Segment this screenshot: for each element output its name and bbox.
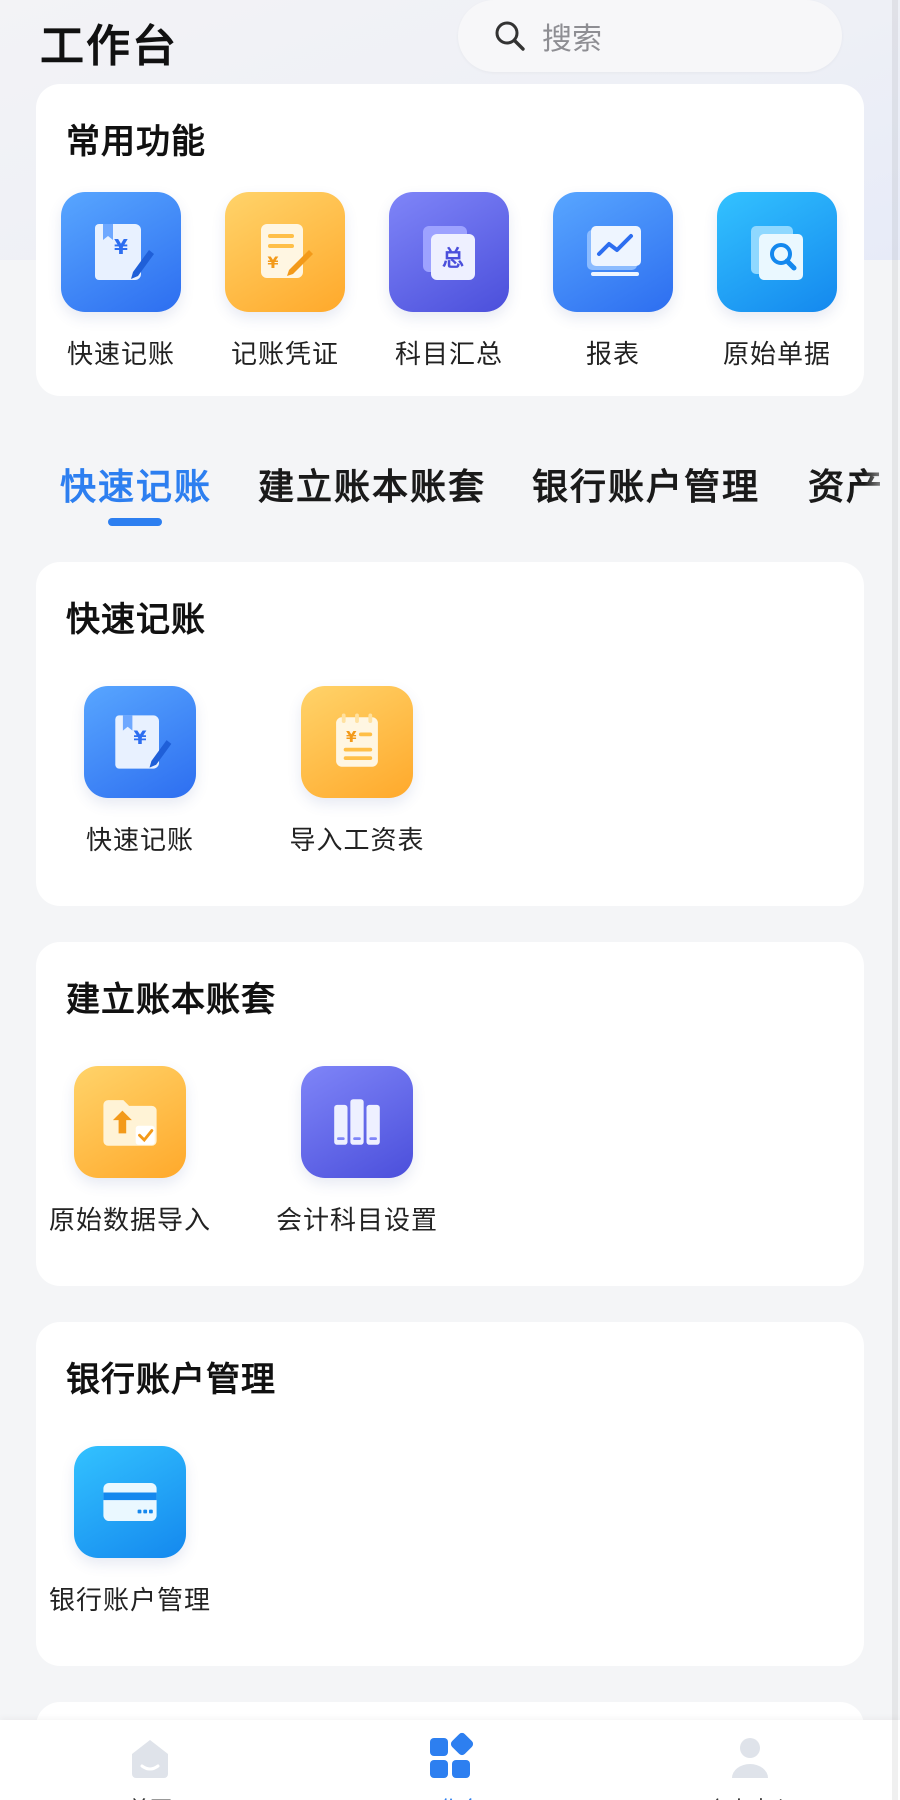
section-item-label: 导入工资表	[289, 826, 425, 856]
section-quick-entry: 快速记账 ¥ 快速记账 ¥ 导入工资表	[36, 562, 864, 906]
svg-text:¥: ¥	[346, 728, 357, 746]
common-item-label: 记账凭证	[230, 340, 339, 370]
section-title: 建立账本账套	[66, 980, 276, 1020]
report-icon	[553, 192, 673, 312]
common-item-report[interactable]: 报表	[528, 192, 698, 371]
category-tabs: 快速记账 建立账本账套 银行账户管理 资产	[0, 440, 900, 540]
common-item-label: 科目汇总	[394, 340, 503, 370]
workbench-icon	[430, 1732, 474, 1778]
section-title: 快速记账	[66, 600, 206, 640]
books-icon	[301, 1066, 413, 1178]
nav-label: 首页	[90, 1792, 210, 1800]
svg-text:¥: ¥	[267, 253, 278, 272]
common-item-label: 快速记账	[66, 340, 175, 370]
document-search-icon	[717, 192, 837, 312]
bottom-navigation: 首页 工作台 个人中心	[0, 1720, 900, 1800]
search-icon	[495, 21, 525, 51]
scrollbar[interactable]	[892, 0, 898, 1800]
nav-profile[interactable]: 个人中心	[690, 1732, 810, 1800]
folder-import-icon	[74, 1066, 186, 1178]
quick-entry-icon: ¥	[61, 192, 181, 312]
common-item-label: 报表	[585, 340, 640, 370]
section-title: 银行账户管理	[66, 1360, 276, 1400]
section-item-label: 会计科目设置	[275, 1206, 438, 1236]
nav-label: 个人中心	[690, 1792, 810, 1800]
section-bank-accounts: 银行账户管理 银行账户管理	[36, 1322, 864, 1666]
section-item-quick-entry[interactable]: ¥ 快速记账	[55, 686, 225, 857]
section-item-label: 快速记账	[85, 826, 194, 856]
svg-text:总: 总	[442, 246, 464, 272]
bank-card-icon	[74, 1446, 186, 1558]
section-item-import-payroll[interactable]: ¥ 导入工资表	[257, 686, 457, 857]
summary-icon: 总	[389, 192, 509, 312]
common-item-quick-entry[interactable]: ¥ 快速记账	[36, 192, 206, 371]
page-title: 工作台	[40, 21, 178, 72]
nav-label: 工作台	[390, 1792, 510, 1800]
common-functions-card: 常用功能 ¥ 快速记账 ¥ 记账凭证 总 科目汇总 报表 原始单据	[36, 84, 864, 396]
profile-icon	[732, 1738, 768, 1778]
section-ledger-setup: 建立账本账套 原始数据导入 会计科目设置	[36, 942, 864, 1286]
nav-workbench[interactable]: 工作台	[390, 1732, 510, 1800]
quick-entry-icon: ¥	[84, 686, 196, 798]
svg-text:¥: ¥	[133, 727, 146, 749]
common-item-summary[interactable]: 总 科目汇总	[364, 192, 534, 371]
tab-quick-entry[interactable]: 快速记账	[60, 458, 212, 510]
common-functions-title: 常用功能	[66, 122, 206, 162]
section-item-label: 原始数据导入	[48, 1206, 211, 1236]
search-bar[interactable]: 搜索	[458, 0, 842, 72]
common-item-voucher[interactable]: ¥ 记账凭证	[200, 192, 370, 371]
search-placeholder: 搜索	[542, 22, 602, 57]
section-item-account-settings[interactable]: 会计科目设置	[257, 1066, 457, 1237]
tab-bank-accounts[interactable]: 银行账户管理	[532, 458, 760, 510]
section-item-label: 银行账户管理	[48, 1586, 211, 1616]
voucher-icon: ¥	[225, 192, 345, 312]
section-item-bank-account[interactable]: 银行账户管理	[30, 1446, 230, 1617]
import-payroll-icon: ¥	[301, 686, 413, 798]
home-icon	[132, 1740, 168, 1778]
common-item-label: 原始单据	[722, 340, 831, 370]
svg-text:¥: ¥	[114, 235, 128, 259]
active-tab-indicator	[108, 518, 162, 526]
header: 工作台 搜索	[0, 0, 900, 80]
tab-ledger-setup[interactable]: 建立账本账套	[258, 458, 486, 510]
section-item-data-import[interactable]: 原始数据导入	[30, 1066, 230, 1237]
nav-home[interactable]: 首页	[90, 1732, 210, 1800]
common-item-documents[interactable]: 原始单据	[692, 192, 862, 371]
